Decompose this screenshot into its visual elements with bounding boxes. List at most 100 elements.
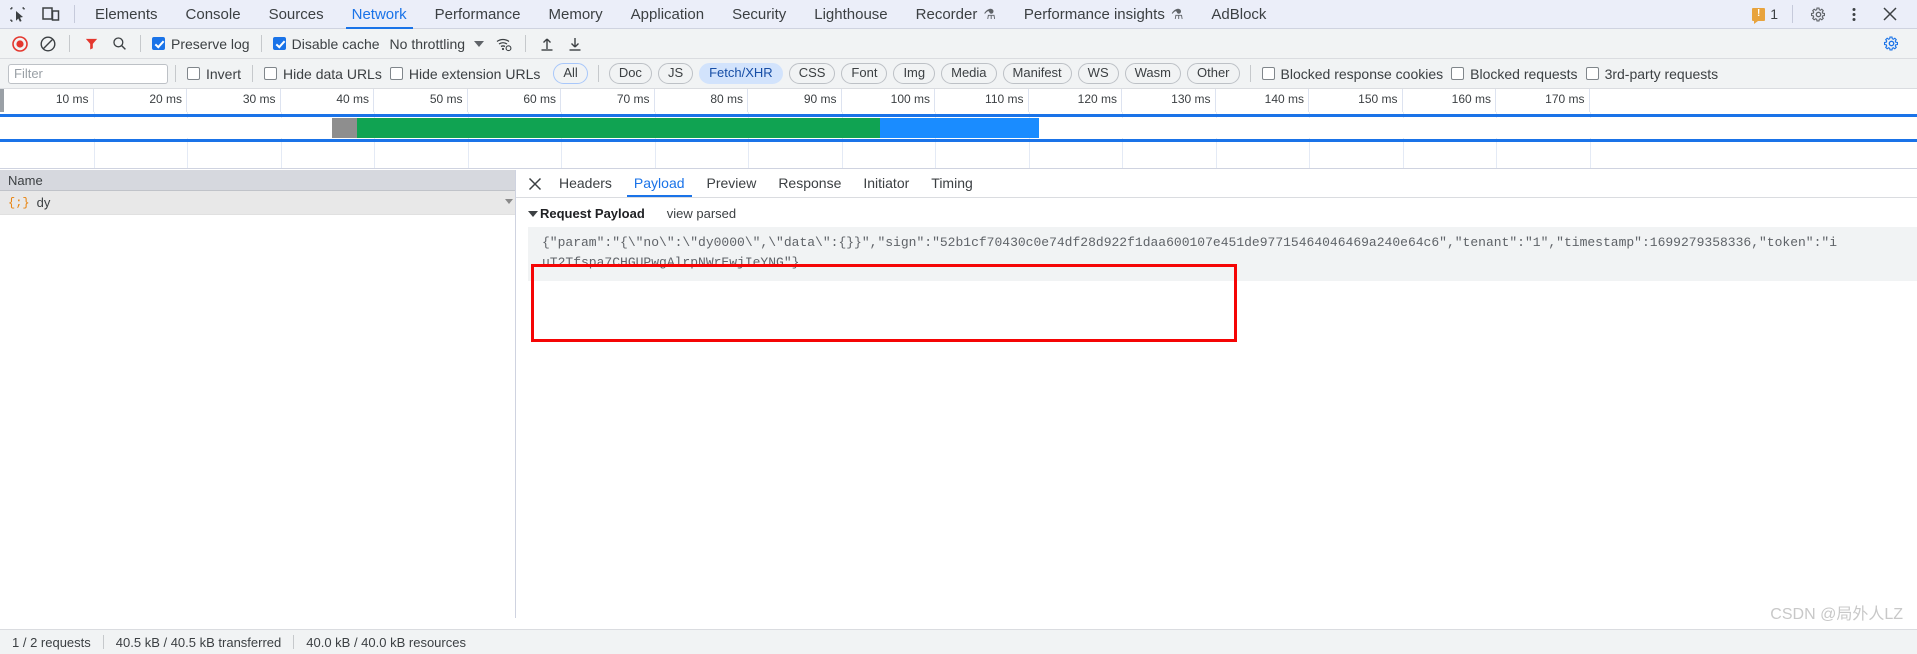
overview-tick: 10 ms (0, 89, 94, 112)
overview-tick: 110 ms (935, 89, 1029, 112)
csdn-watermark: CSDN @局外人LZ (1770, 606, 1903, 623)
pill-label: Img (903, 65, 926, 80)
disable-cache-label: Disable cache (291, 35, 380, 52)
hide-extension-urls-checkbox[interactable]: Hide extension URLs (386, 66, 545, 82)
expand-triangle-icon[interactable] (528, 210, 538, 217)
record-button[interactable] (6, 31, 34, 57)
third-party-requests-checkbox[interactable]: 3rd-party requests (1582, 66, 1723, 82)
tab-label: Memory (548, 5, 603, 23)
request-row-dy[interactable]: {;} dy (0, 191, 515, 215)
overview-tick: 140 ms (1216, 89, 1309, 112)
waterfall-segment-stalled (0, 118, 332, 138)
disable-cache-checkbox[interactable]: Disable cache (269, 36, 384, 52)
hide-data-urls-checkbox[interactable]: Hide data URLs (260, 66, 386, 82)
payload-line-2: uT2Tfspa7CHGUPwgAlrpNWrEwjIeYNG"} (542, 255, 800, 270)
checkbox-box (264, 67, 278, 80)
invert-checkbox[interactable]: Invert (183, 66, 245, 82)
payload-raw-text[interactable]: {"param":"{\"no\":\"dy0000\",\"data\":{}… (528, 227, 1917, 281)
network-conditions-icon[interactable] (490, 31, 518, 57)
tab-recorder[interactable]: Recorder ⚗ (902, 0, 1010, 29)
close-panel-icon[interactable] (522, 171, 548, 197)
type-filter-all[interactable]: All (553, 63, 588, 84)
type-filter-css[interactable]: CSS (788, 63, 836, 84)
network-settings-icon[interactable] (1877, 31, 1905, 57)
type-filter-fetch-xhr[interactable]: Fetch/XHR (699, 63, 783, 84)
type-filter-wasm[interactable]: Wasm (1124, 63, 1181, 84)
view-parsed-link[interactable]: view parsed (667, 206, 736, 221)
checkbox-box (187, 67, 200, 80)
blocked-requests-checkbox[interactable]: Blocked requests (1447, 66, 1581, 82)
tab-adblock[interactable]: AdBlock (1197, 0, 1280, 29)
more-options-icon[interactable] (1837, 0, 1871, 29)
detail-tab-preview[interactable]: Preview (696, 170, 768, 197)
pill-label: All (563, 65, 578, 80)
filter-button[interactable] (77, 31, 105, 57)
type-filter-img[interactable]: Img (893, 63, 936, 84)
toolbar-divider (69, 35, 70, 52)
column-header-name: Name (8, 172, 43, 188)
overview-tick: 120 ms (1029, 89, 1122, 112)
throttling-select[interactable]: No throttling (384, 36, 490, 52)
warning-count: 1 (1770, 6, 1778, 22)
filterbar-divider (175, 65, 176, 82)
tab-sources[interactable]: Sources (255, 0, 338, 29)
overview-tick: 50 ms (374, 89, 468, 112)
type-filter-ws[interactable]: WS (1077, 63, 1119, 84)
pill-label: Doc (618, 65, 642, 80)
type-filter-doc[interactable]: Doc (608, 63, 652, 84)
checkbox-box (152, 37, 165, 50)
network-overview-timeline[interactable]: 10 ms 20 ms 30 ms 40 ms 50 ms 60 ms 70 ms 80 ms… (0, 89, 1917, 169)
tab-performance[interactable]: Performance (421, 0, 535, 29)
clear-button[interactable] (34, 31, 62, 57)
tabbar-divider (1792, 5, 1793, 23)
inspect-element-icon[interactable] (0, 0, 34, 29)
request-detail-panel: Headers Payload Preview Response Initiat… (516, 170, 1917, 618)
detail-tab-initiator[interactable]: Initiator (852, 170, 920, 197)
detail-tab-headers[interactable]: Headers (548, 170, 623, 197)
tab-label: Elements (95, 5, 158, 23)
type-filter-js[interactable]: JS (657, 63, 694, 84)
tab-label: Timing (931, 175, 973, 191)
filterbar-divider (252, 65, 254, 82)
detail-tab-payload[interactable]: Payload (623, 170, 696, 197)
type-filter-manifest[interactable]: Manifest (1002, 63, 1072, 84)
type-filter-other[interactable]: Other (1186, 63, 1240, 84)
detail-tab-timing[interactable]: Timing (920, 170, 984, 197)
export-har-button[interactable] (561, 31, 589, 57)
tab-memory[interactable]: Memory (535, 0, 617, 29)
status-transferred: 40.5 kB / 40.5 kB transferred (115, 634, 282, 650)
pill-label: Wasm (1134, 65, 1171, 80)
close-devtools-icon[interactable] (1873, 0, 1907, 29)
request-list-header[interactable]: Name (0, 170, 515, 191)
third-party-requests-label: 3rd-party requests (1604, 65, 1719, 82)
type-filter-font[interactable]: Font (841, 63, 888, 84)
preserve-log-checkbox[interactable]: Preserve log (148, 36, 254, 52)
band-border-bottom (0, 139, 1917, 142)
overview-waterfall-band[interactable] (0, 114, 1917, 142)
search-button[interactable] (105, 31, 133, 57)
tab-performance-insights[interactable]: Performance insights ⚗ (1010, 0, 1197, 29)
blocked-response-cookies-checkbox[interactable]: Blocked response cookies (1258, 66, 1448, 82)
warning-badge[interactable]: ! 1 (1746, 6, 1784, 24)
filter-input[interactable] (8, 63, 168, 84)
detail-tab-response[interactable]: Response (767, 170, 852, 197)
network-filter-bar: Invert Hide data URLs Hide extension URL… (0, 59, 1917, 89)
tab-network[interactable]: Network (338, 0, 421, 29)
waterfall-segments (0, 118, 1917, 138)
overview-tick: 130 ms (1122, 89, 1216, 112)
tab-elements[interactable]: Elements (81, 0, 172, 29)
tab-application[interactable]: Application (617, 0, 718, 29)
scroll-down-caret-icon[interactable] (505, 199, 513, 204)
overview-tick: 20 ms (94, 89, 187, 112)
tab-console[interactable]: Console (172, 0, 255, 29)
type-filter-media[interactable]: Media (941, 63, 997, 84)
device-toolbar-icon[interactable] (34, 0, 68, 29)
tab-security[interactable]: Security (718, 0, 800, 29)
tab-lighthouse[interactable]: Lighthouse (800, 0, 901, 29)
import-har-button[interactable] (533, 31, 561, 57)
experiment-flask-icon: ⚗ (983, 5, 996, 22)
invert-label: Invert (206, 65, 242, 82)
tab-label: Headers (559, 175, 612, 191)
settings-gear-icon[interactable] (1801, 0, 1835, 29)
experiment-flask-icon: ⚗ (1170, 5, 1184, 22)
